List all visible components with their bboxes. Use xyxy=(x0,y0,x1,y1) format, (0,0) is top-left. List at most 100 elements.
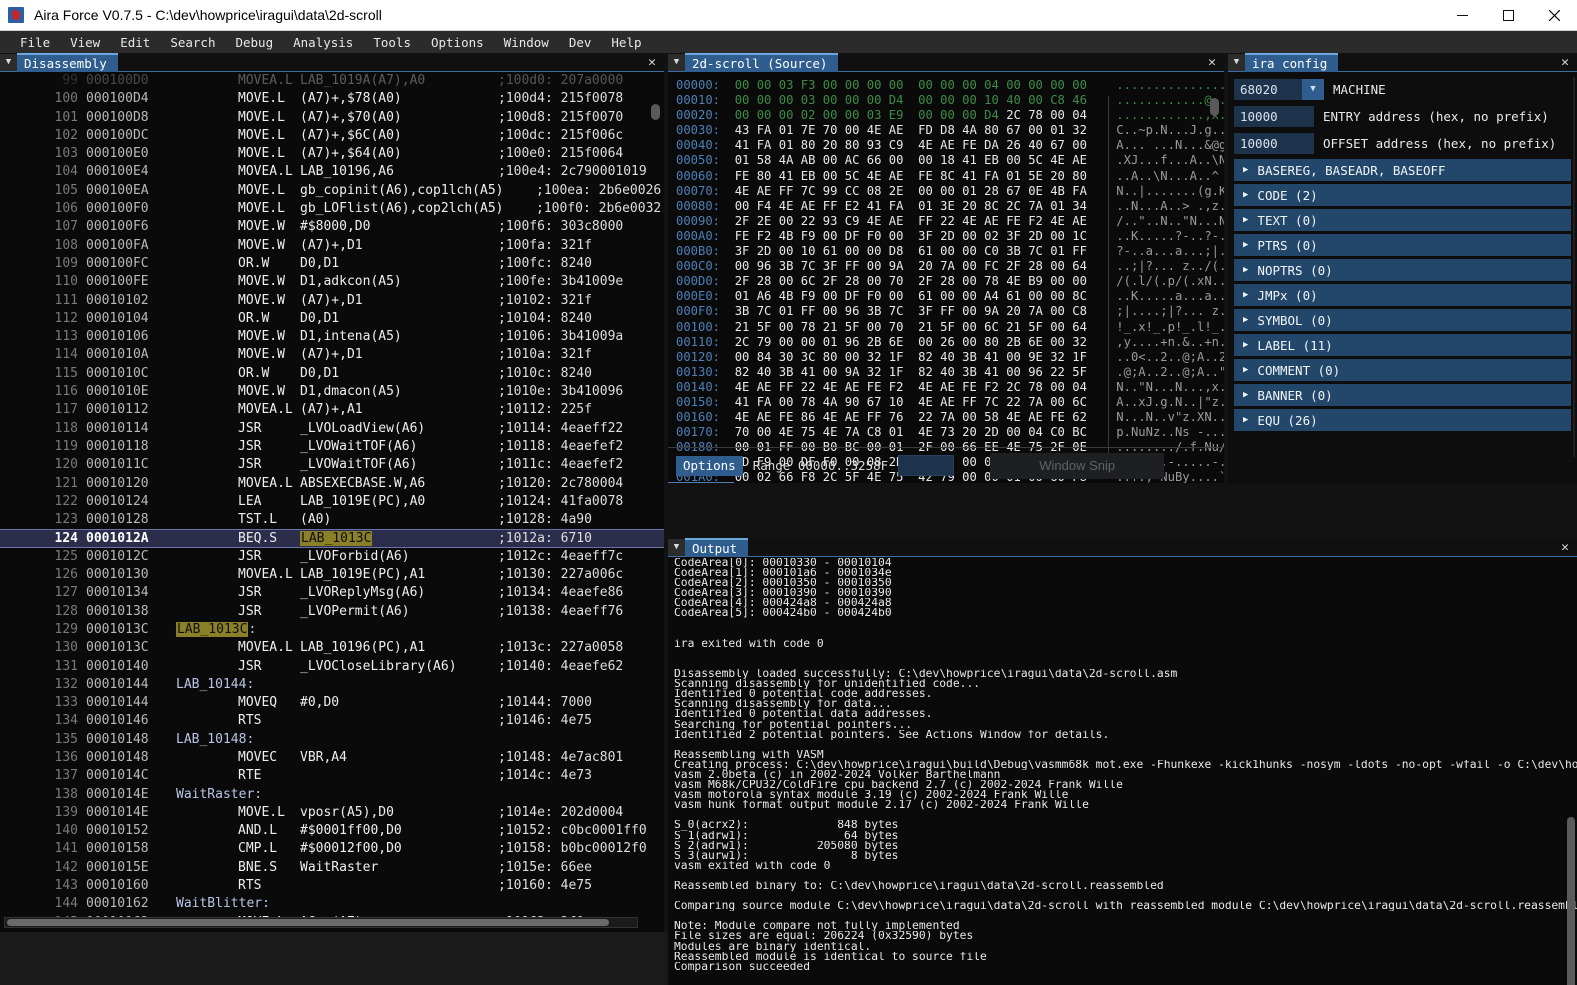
disassembly-row[interactable]: 99000100D0MOVEA.LLAB_1019A(A7),A0;100d0:… xyxy=(0,72,664,90)
chevron-right-icon[interactable]: ▶ xyxy=(1243,165,1248,175)
disassembly-row[interactable]: 103000100E0MOVE.L(A7)+,$64(A0);100e0: 21… xyxy=(0,145,664,163)
disassembly-row[interactable]: 13500010148LAB_10148: xyxy=(0,731,664,749)
close-button[interactable] xyxy=(1531,0,1577,31)
disassembly-row[interactable]: 108000100FAMOVE.W(A7)+,D1;100fa: 321f xyxy=(0,237,664,255)
disassembly-row[interactable]: 14300010160RTS;10160: 4e75 xyxy=(0,877,664,895)
hex-horizontal-scrollbar[interactable] xyxy=(668,482,734,483)
chevron-right-icon[interactable]: ▶ xyxy=(1243,240,1248,250)
disassembly-row[interactable]: 12600010130MOVEA.LLAB_1019E(PC),A1;10130… xyxy=(0,566,664,584)
disassembly-row[interactable]: 1150001010COR.WD0,D1;1010c: 8240 xyxy=(0,365,664,383)
disassembly-row[interactable]: 1140001010AMOVE.W(A7)+,D1;1010a: 321f xyxy=(0,346,664,364)
hex-row[interactable]: 00070: 4E AE FF 7C 99 CC 08 2E 00 00 01 … xyxy=(676,184,1224,199)
config-tree-row[interactable]: ▶SYMBOL (0) xyxy=(1234,309,1571,331)
output-body[interactable]: CodeArea[0]: 00010330 - 00010104CodeArea… xyxy=(668,557,1577,985)
machine-select-value[interactable]: 68020 xyxy=(1234,79,1302,100)
chevron-down-icon[interactable]: ▼ xyxy=(668,54,685,71)
disassembly-row[interactable]: 13600010148MOVECVBR,A4;10148: 4e7ac801 xyxy=(0,749,664,767)
tab-disassembly[interactable]: Disassembly xyxy=(17,53,118,72)
disassembly-horizontal-scrollbar[interactable] xyxy=(4,917,638,928)
config-input-2[interactable]: 10000 xyxy=(1234,133,1314,154)
config-tree-row[interactable]: ▶NOPTRS (0) xyxy=(1234,259,1571,281)
config-tree-row[interactable]: ▶EQU (26) xyxy=(1234,409,1571,431)
hex-row[interactable]: 00110: 2C 79 00 00 01 96 2B 6E 00 26 00 … xyxy=(676,335,1224,350)
scrollbar-thumb[interactable] xyxy=(1567,817,1575,985)
disassembly-row[interactable]: 100000100D4MOVE.L(A7)+,$78(A0);100d4: 21… xyxy=(0,90,664,108)
disassembly-row[interactable]: 110000100FEMOVE.WD1,adkcon(A5);100fe: 3b… xyxy=(0,273,664,291)
scrollbar-thumb[interactable] xyxy=(651,104,660,120)
config-tree-row[interactable]: ▶BANNER (0) xyxy=(1234,384,1571,406)
close-icon[interactable]: ✕ xyxy=(1200,53,1224,72)
hex-row[interactable]: 00050: 01 58 4A AB 00 AC 66 00 00 18 41 … xyxy=(676,153,1224,168)
chevron-right-icon[interactable]: ▶ xyxy=(1243,290,1248,300)
maximize-button[interactable] xyxy=(1485,0,1531,31)
hex-row[interactable]: 00030: 43 FA 01 7E 70 00 4E AE FD D8 4A … xyxy=(676,123,1224,138)
hex-viewer-body[interactable]: 00000: 00 00 03 F3 00 00 00 00 00 00 00 … xyxy=(668,72,1224,483)
menu-item-tools[interactable]: Tools xyxy=(363,33,421,52)
disassembly-row[interactable]: 11200010104OR.WD0,D1;10104: 8240 xyxy=(0,310,664,328)
menu-item-help[interactable]: Help xyxy=(601,33,651,52)
chevron-down-icon[interactable]: ▼ xyxy=(0,54,17,71)
menu-item-search[interactable]: Search xyxy=(160,33,225,52)
disassembly-row[interactable]: 1250001012CJSR_LVOForbid(A6);1012c: 4eae… xyxy=(0,548,664,566)
disassembly-row[interactable]: 106000100F0MOVE.Lgb_LOFlist(A6),cop2lch(… xyxy=(0,200,664,218)
config-tree-row[interactable]: ▶TEXT (0) xyxy=(1234,209,1571,231)
disassembly-row[interactable]: 13100010140JSR_LVOCloseLibrary(A6);10140… xyxy=(0,658,664,676)
disassembly-row[interactable]: 1200001011CJSR_LVOWaitTOF(A6);1011c: 4ea… xyxy=(0,456,664,474)
config-tree-row[interactable]: ▶PTRS (0) xyxy=(1234,234,1571,256)
disassembly-row[interactable]: 14100010158CMP.L#$00012f00,D0;10158: b0b… xyxy=(0,840,664,858)
chevron-right-icon[interactable]: ▶ xyxy=(1243,365,1248,375)
hex-row[interactable]: 000E0: 01 A6 4B F9 00 DF F0 00 61 00 00 … xyxy=(676,289,1224,304)
chevron-down-icon[interactable]: ▼ xyxy=(668,539,685,556)
disassembly-row[interactable]: 1370001014CRTE;1014c: 4e73 xyxy=(0,767,664,785)
disassembly-row[interactable]: 109000100FCOR.WD0,D1;100fc: 8240 xyxy=(0,255,664,273)
menu-item-debug[interactable]: Debug xyxy=(225,33,283,52)
hex-row[interactable]: 00080: 00 F4 4E AE FF E2 41 FA 01 3E 20 … xyxy=(676,199,1224,214)
hex-row[interactable]: 00150: 41 FA 00 78 4A 90 67 10 4E AE FF … xyxy=(676,395,1224,410)
output-vertical-scrollbar[interactable] xyxy=(1567,577,1575,983)
disassembly-row[interactable]: 12200010124LEALAB_1019E(PC),A0;10124: 41… xyxy=(0,493,664,511)
hex-row[interactable]: 000D0: 2F 28 00 6C 2F 28 00 70 2F 28 00 … xyxy=(676,274,1224,289)
disassembly-row[interactable]: 1390001014EMOVE.Lvposr(A5),D0;1014e: 202… xyxy=(0,804,664,822)
chevron-right-icon[interactable]: ▶ xyxy=(1243,415,1248,425)
menu-item-dev[interactable]: Dev xyxy=(559,33,602,52)
scrollbar-thumb[interactable] xyxy=(1210,98,1219,116)
config-tree-row[interactable]: ▶COMMENT (0) xyxy=(1234,359,1571,381)
hex-row[interactable]: 00160: 4E AE FE 86 4E AE FF 76 22 7A 00 … xyxy=(676,410,1224,425)
disassembly-row[interactable]: 11900010118JSR_LVOWaitTOF(A6);10118: 4ea… xyxy=(0,438,664,456)
hex-row[interactable]: 00120: 00 84 30 3C 80 00 32 1F 82 40 3B … xyxy=(676,350,1224,365)
disassembly-row[interactable]: 11800010114JSR_LVOLoadView(A6);10114: 4e… xyxy=(0,420,664,438)
hex-row[interactable]: 00170: 70 00 4E 75 4E 7A C8 01 4E 73 20 … xyxy=(676,425,1224,440)
chevron-right-icon[interactable]: ▶ xyxy=(1243,215,1248,225)
hex-row[interactable]: 00000: 00 00 03 F3 00 00 00 00 00 00 00 … xyxy=(676,78,1224,93)
disassembly-vertical-scrollbar[interactable] xyxy=(651,78,660,898)
close-icon[interactable]: ✕ xyxy=(1553,538,1577,557)
menu-item-analysis[interactable]: Analysis xyxy=(283,33,363,52)
disassembly-row[interactable]: 13400010146RTS;10146: 4e75 xyxy=(0,712,664,730)
config-input-1[interactable]: 10000 xyxy=(1234,106,1314,127)
disassembly-row[interactable]: 1380001014EWaitRaster: xyxy=(0,786,664,804)
hex-row[interactable]: 00090: 2F 2E 00 22 93 C9 4E AE FF 22 4E … xyxy=(676,214,1224,229)
hex-row[interactable]: 000C0: 00 96 3B 7C 3F FF 00 9A 20 7A 00 … xyxy=(676,259,1224,274)
menu-item-edit[interactable]: Edit xyxy=(110,33,160,52)
disassembly-row[interactable]: 11100010102MOVE.W(A7)+,D1;10102: 321f xyxy=(0,292,664,310)
disassembly-row[interactable]: 104000100E4MOVEA.LLAB_10196,A6;100e4: 2c… xyxy=(0,163,664,181)
hex-row[interactable]: 00060: FE 80 41 EB 00 5C 4E AE FE 8C 41 … xyxy=(676,169,1224,184)
minimize-button[interactable] xyxy=(1439,0,1485,31)
close-icon[interactable]: ✕ xyxy=(1553,53,1577,72)
hex-row[interactable]: 00140: 4E AE FF 22 4E AE FE F2 4E AE FE … xyxy=(676,380,1224,395)
menu-item-options[interactable]: Options xyxy=(421,33,494,52)
hex-row[interactable]: 000F0: 3B 7C 01 FF 00 96 3B 7C 3F FF 00 … xyxy=(676,304,1224,319)
hex-row[interactable]: 000A0: FE F2 4B F9 00 DF F0 00 3F 2D 00 … xyxy=(676,229,1224,244)
tab-output[interactable]: Output xyxy=(685,538,748,557)
menu-item-window[interactable]: Window xyxy=(494,33,559,52)
window-snip-button[interactable]: Window Snip xyxy=(990,453,1164,479)
scrollbar-thumb[interactable] xyxy=(7,919,609,926)
disassembly-row[interactable]: 11300010106MOVE.WD1,intena(A5);10106: 3b… xyxy=(0,328,664,346)
disassembly-row[interactable]: 101000100D8MOVE.L(A7)+,$70(A0);100d8: 21… xyxy=(0,109,664,127)
config-tree-row[interactable]: ▶JMPx (0) xyxy=(1234,284,1571,306)
disassembly-row[interactable]: 14400010162WaitBlitter: xyxy=(0,895,664,913)
hex-row[interactable]: 00130: 82 40 3B 41 00 9A 32 1F 82 40 3B … xyxy=(676,365,1224,380)
disassembly-row[interactable]: 12100010120MOVEA.LABSEXECBASE.W,A6;10120… xyxy=(0,475,664,493)
chevron-right-icon[interactable]: ▶ xyxy=(1243,340,1248,350)
disassembly-row[interactable]: 11700010112MOVEA.L(A7)+,A1;10112: 225f xyxy=(0,401,664,419)
